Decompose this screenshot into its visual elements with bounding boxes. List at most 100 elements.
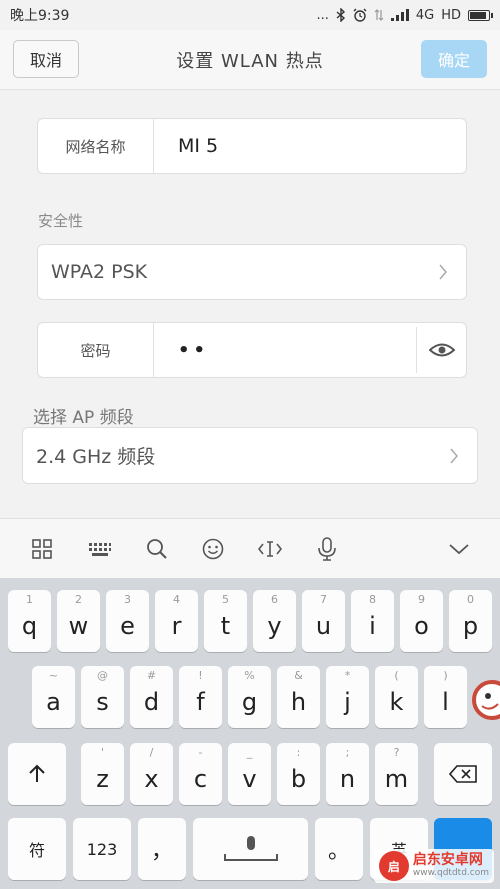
key-e[interactable]: 3e <box>106 590 149 652</box>
key-hint: ; <box>345 746 350 759</box>
key-x[interactable]: / x <box>130 743 173 805</box>
key-label: o <box>414 612 429 640</box>
security-value: WPA2 PSK <box>51 261 148 283</box>
key-label: c <box>193 765 208 793</box>
key-hint: 4 <box>173 593 180 606</box>
key-hint: ! <box>198 669 203 682</box>
key-q[interactable]: 1q <box>8 590 51 652</box>
numbers-key[interactable]: 123 <box>73 818 131 880</box>
network-name-label: 网络名称 <box>38 119 154 173</box>
band-value: 2.4 GHz 频段 <box>36 446 156 468</box>
band-select[interactable]: 2.4 GHz 频段 <box>22 427 478 484</box>
key-t[interactable]: 5t <box>204 590 247 652</box>
key-hint: 6 <box>271 593 278 606</box>
alarm-icon <box>353 8 367 22</box>
key-j[interactable]: * j <box>326 666 369 728</box>
key-label: a <box>46 688 61 716</box>
key-s[interactable]: @ s <box>81 666 124 728</box>
key-label: f <box>196 688 205 716</box>
key-z[interactable]: ' z <box>81 743 124 805</box>
key-hint: % <box>244 669 255 682</box>
key-p[interactable]: 0p <box>449 590 492 652</box>
status-bar: 晚上9:39 ... 4G HD <box>0 0 500 30</box>
password-label: 密码 <box>38 323 154 377</box>
period-key[interactable]: 。 <box>315 818 363 880</box>
key-hint: 9 <box>418 593 425 606</box>
chevron-right-icon <box>450 448 458 463</box>
key-v[interactable]: _ v <box>228 743 271 805</box>
key-g[interactable]: % g <box>228 666 271 728</box>
key-c[interactable]: -c <box>179 743 222 805</box>
signal-icon <box>390 9 409 21</box>
key-label: e <box>120 612 135 640</box>
key-l[interactable]: ) l <box>424 666 467 728</box>
password-input[interactable]: •• <box>154 323 416 377</box>
network-name-input[interactable]: MI 5 <box>154 119 466 173</box>
status-time: 晚上9:39 <box>10 8 70 24</box>
key-o[interactable]: 9o <box>400 590 443 652</box>
key-a[interactable]: ~ a <box>32 666 75 728</box>
key-hint: ~ <box>48 669 59 682</box>
page-title: 设置 WLAN 热点 <box>176 51 324 72</box>
mascot-sticker <box>470 672 500 732</box>
key-label: k <box>389 688 404 716</box>
key-hint: 1 <box>26 593 33 606</box>
key-y[interactable]: 6y <box>253 590 296 652</box>
key-i[interactable]: 8i <box>351 590 394 652</box>
backspace-key[interactable] <box>434 743 492 805</box>
key-label: d <box>143 688 160 716</box>
keyboard-icon[interactable] <box>88 537 112 561</box>
search-icon[interactable] <box>145 537 169 561</box>
key-h[interactable]: & h <box>277 666 320 728</box>
key-d[interactable]: # d <box>130 666 173 728</box>
security-select[interactable]: WPA2 PSK <box>37 244 467 300</box>
key-m[interactable]: ? m <box>375 743 418 805</box>
key-u[interactable]: 7u <box>302 590 345 652</box>
key-hint: ? <box>393 746 400 759</box>
chevron-right-icon <box>439 264 447 280</box>
key-hint: 5 <box>222 593 229 606</box>
key-label: q <box>21 612 38 640</box>
band-section-label: 选择 AP 频段 <box>33 408 134 428</box>
collapse-chevron-icon[interactable] <box>447 537 471 561</box>
space-key[interactable] <box>193 818 308 880</box>
key-n[interactable]: ; n <box>326 743 369 805</box>
cancel-button[interactable]: 取消 <box>13 40 79 78</box>
eye-icon <box>428 343 455 357</box>
comma-key[interactable]: ， <box>138 818 186 880</box>
key-f[interactable]: ! f <box>179 666 222 728</box>
grid-icon[interactable] <box>30 537 54 561</box>
watermark-url: www.qdtdtd.com <box>412 867 489 878</box>
key-label: m <box>384 765 409 793</box>
key-label: t <box>220 612 231 640</box>
cursor-icon[interactable] <box>258 537 282 561</box>
key-b[interactable]: :b <box>277 743 320 805</box>
key-label: b <box>290 765 307 793</box>
space-mic-icon <box>223 836 278 861</box>
network-name-row: 网络名称 MI 5 <box>37 118 467 174</box>
key-hint: / <box>149 746 154 759</box>
key-hint: ) <box>443 669 448 682</box>
emoji-icon[interactable] <box>201 537 225 561</box>
data-arrows-icon <box>374 9 384 21</box>
key-w[interactable]: 2w <box>57 590 100 652</box>
confirm-button[interactable]: 确定 <box>421 40 487 78</box>
key-r[interactable]: 4r <box>155 590 198 652</box>
keyboard: 1q2w3e4r5t6y7u8i9o0p ~ a @ s # d! f% g & h * j(k) l … <box>0 578 500 889</box>
bluetooth-icon <box>336 8 345 22</box>
notification-dots: ... <box>316 7 329 23</box>
key-label: p <box>462 612 479 640</box>
shift-key[interactable] <box>8 743 66 805</box>
key-label: w <box>68 612 89 640</box>
key-label: v <box>242 765 257 793</box>
password-value: •• <box>178 339 210 361</box>
key-hint: 3 <box>124 593 131 606</box>
microphone-icon[interactable] <box>315 537 339 561</box>
key-hint: _ <box>246 746 253 759</box>
key-k[interactable]: (k <box>375 666 418 728</box>
watermark-logo-icon: 启 <box>378 851 409 881</box>
show-password-toggle[interactable] <box>416 327 466 373</box>
title-bar: 取消 设置 WLAN 热点 确定 <box>0 30 500 90</box>
key-label: u <box>315 612 332 640</box>
symbols-key[interactable]: 符 <box>8 818 66 880</box>
